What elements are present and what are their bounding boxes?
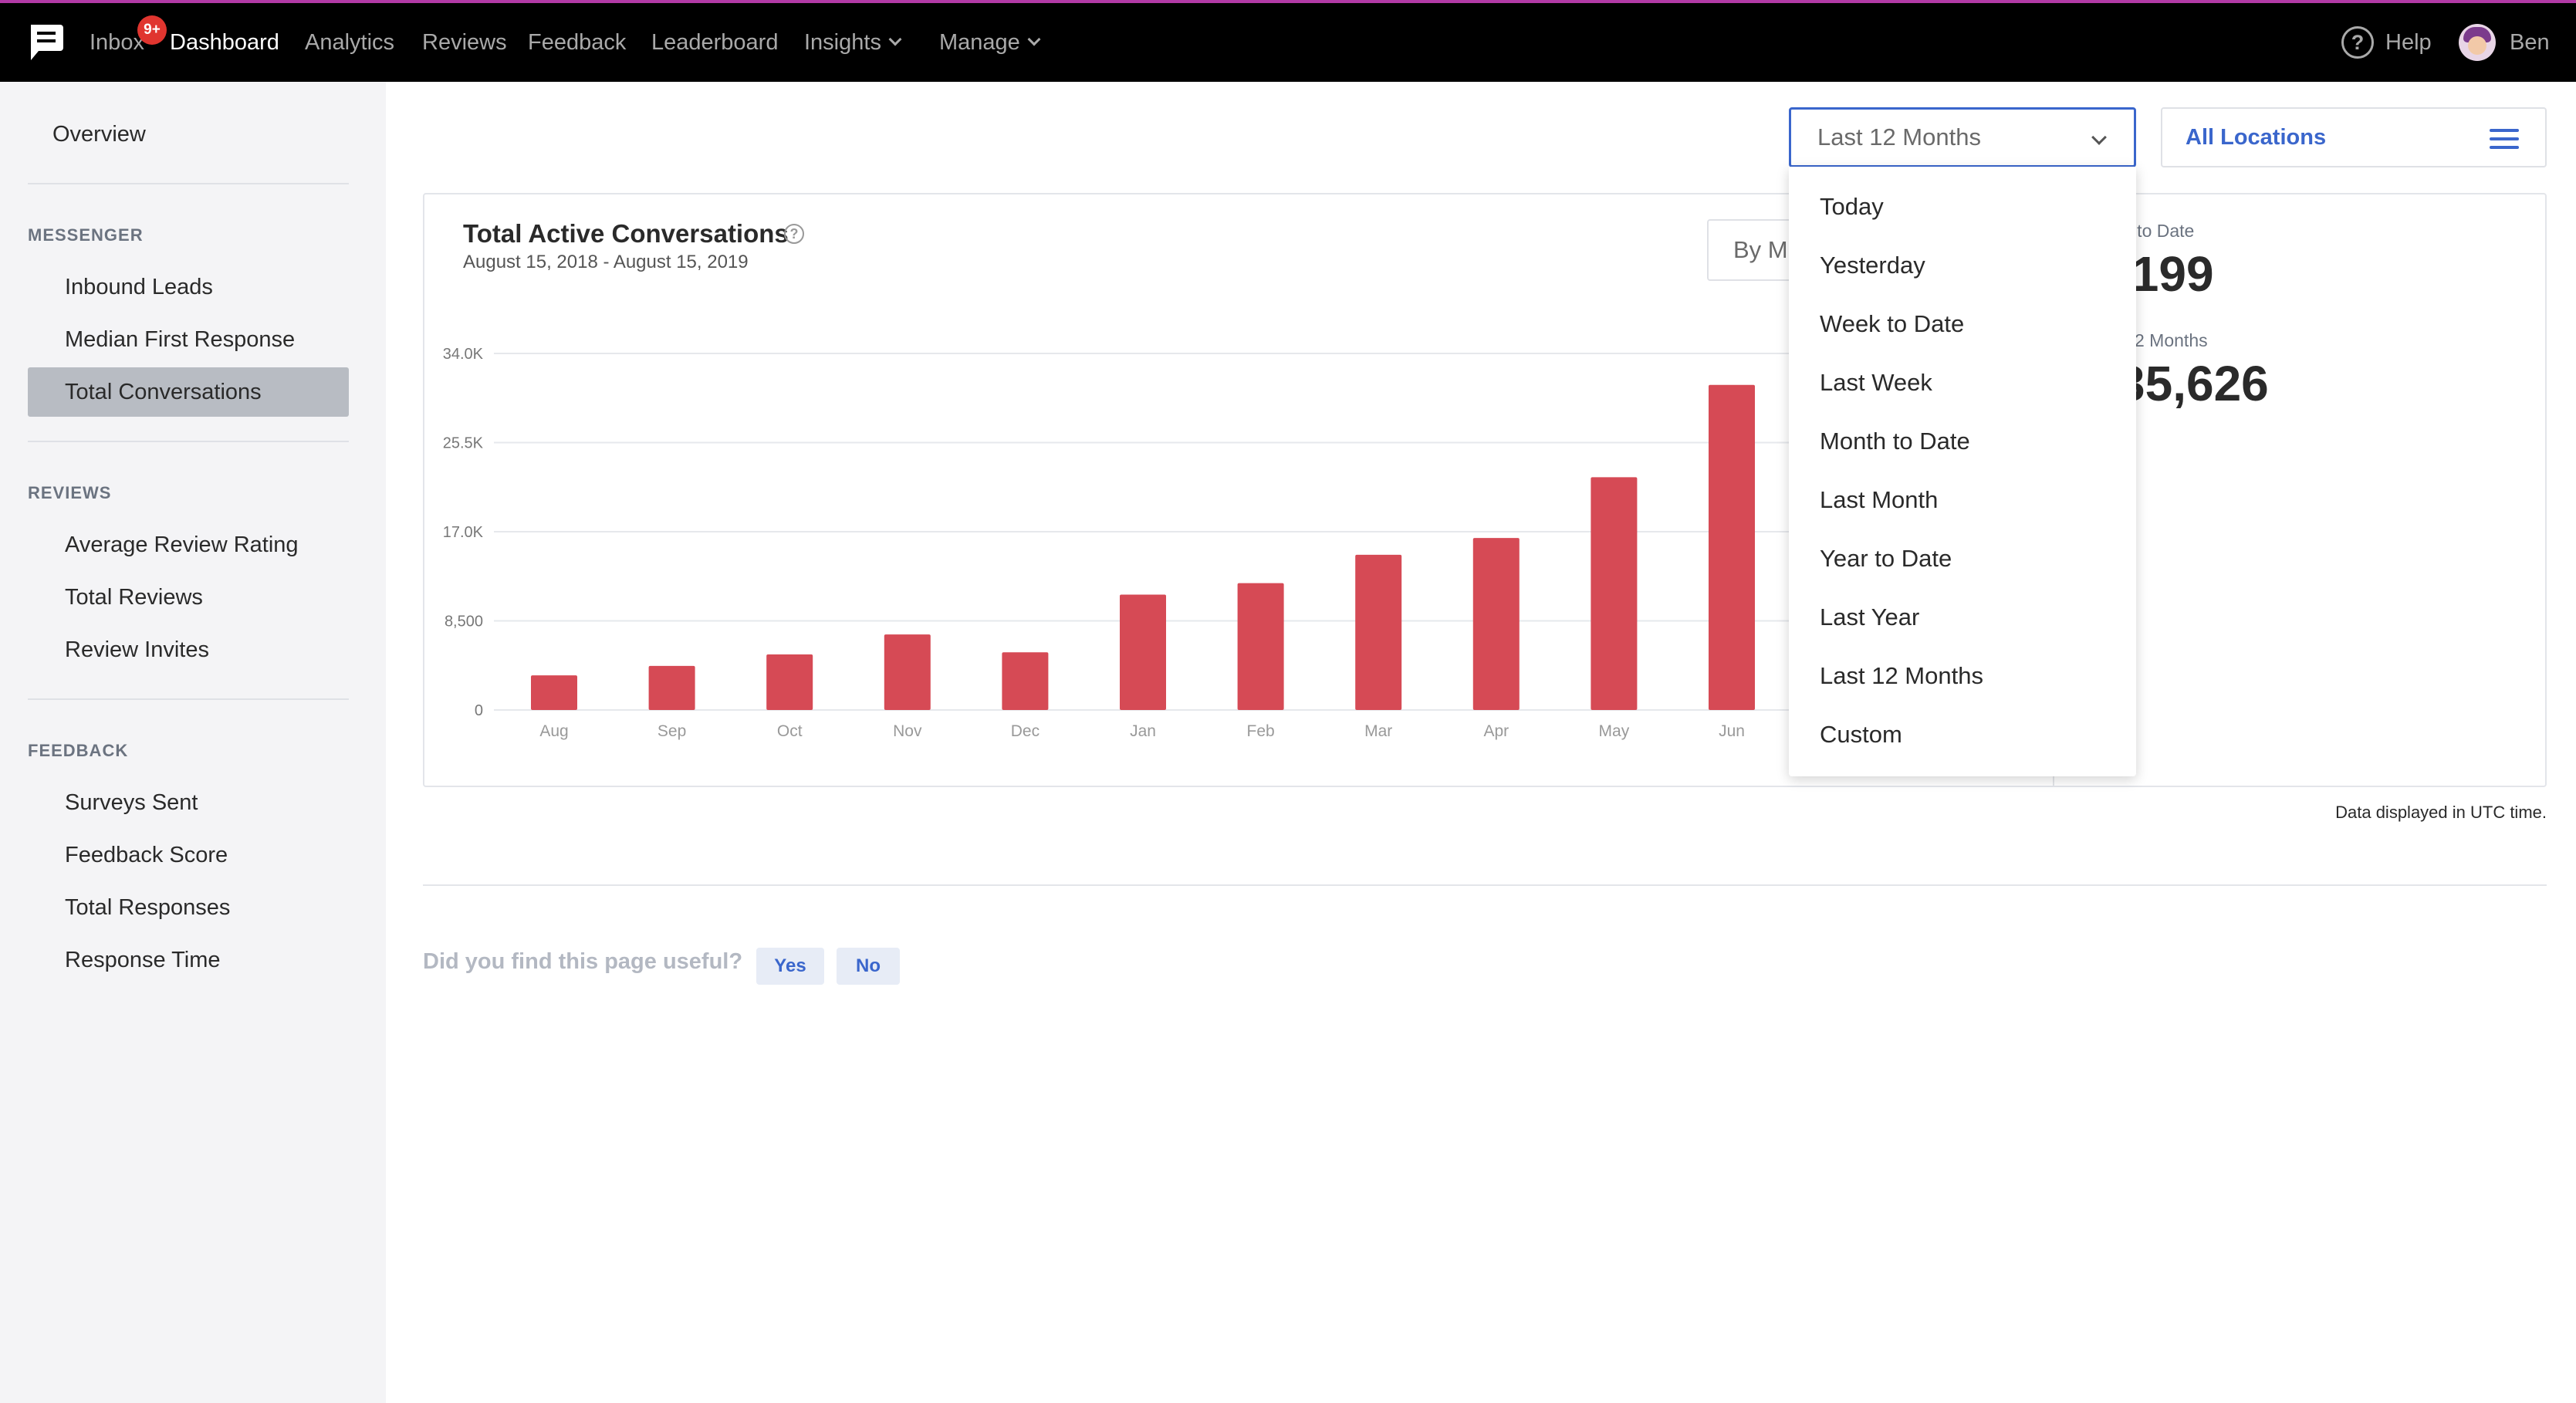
nav-reviews-label: Reviews	[422, 29, 507, 55]
nav-analytics-label: Analytics	[305, 29, 395, 55]
nav-dashboard[interactable]: Dashboard	[170, 3, 279, 82]
x-tick-label: Dec	[1011, 722, 1040, 740]
useful-question: Did you find this page useful?	[423, 949, 743, 974]
bar	[766, 654, 813, 710]
x-tick-label: Mar	[1364, 722, 1392, 740]
dropdown-option-today[interactable]: Today	[1820, 193, 1884, 221]
nav-user[interactable]: Ben	[2510, 3, 2550, 82]
bar	[1472, 538, 1520, 710]
dropdown-option-last-12-months[interactable]: Last 12 Months	[1820, 662, 1983, 690]
nav-feedback[interactable]: Feedback	[528, 3, 626, 82]
nav-dashboard-label: Dashboard	[170, 29, 279, 55]
bar	[1237, 583, 1284, 710]
x-tick-label: Jun	[1719, 722, 1745, 740]
bar	[1591, 477, 1638, 710]
nav-reviews[interactable]: Reviews	[422, 3, 507, 82]
nav-leaderboard[interactable]: Leaderboard	[651, 3, 778, 82]
date-range-value: Last 12 Months	[1817, 123, 1981, 150]
sidebar-item-average-review-rating[interactable]: Average Review Rating	[65, 532, 299, 558]
user-name: Ben	[2510, 29, 2550, 55]
sidebar-item-inbound-leads[interactable]: Inbound Leads	[65, 275, 213, 300]
sidebar-divider	[28, 441, 349, 442]
y-tick-label: 17.0K	[443, 524, 484, 541]
bar	[1709, 384, 1755, 710]
sidebar-section-messenger: MESSENGER	[28, 225, 144, 245]
utc-note: Data displayed in UTC time.	[2335, 803, 2547, 822]
date-range-dropdown: Today Yesterday Week to Date Last Week M…	[1789, 167, 2136, 776]
x-tick-label: Sep	[658, 722, 686, 740]
stat-value-last-12-months: 35,626	[2118, 356, 2269, 411]
y-tick-label: 8,500	[445, 614, 483, 631]
x-tick-label: Feb	[1247, 722, 1275, 740]
nav-help-label: Help	[2385, 29, 2432, 55]
dropdown-option-last-month[interactable]: Last Month	[1820, 486, 1938, 514]
chevron-down-icon	[888, 32, 902, 46]
dropdown-option-week-to-date[interactable]: Week to Date	[1820, 310, 1964, 338]
help-icon[interactable]: ?	[2341, 26, 2374, 59]
bar	[531, 675, 577, 710]
chevron-down-icon	[1027, 32, 1041, 46]
x-tick-label: Oct	[777, 722, 803, 740]
sidebar-item-total-responses[interactable]: Total Responses	[65, 895, 230, 921]
content-divider	[423, 884, 2547, 886]
sidebar-section-reviews: REVIEWS	[28, 483, 112, 502]
nav-analytics[interactable]: Analytics	[305, 3, 394, 82]
nav-insights[interactable]: Insights	[804, 3, 902, 82]
dropdown-option-year-to-date[interactable]: Year to Date	[1820, 545, 1952, 573]
x-tick-label: Jan	[1130, 722, 1156, 740]
sidebar: Overview MESSENGER Inbound Leads Median …	[0, 82, 386, 1403]
sidebar-item-median-first-response[interactable]: Median First Response	[65, 327, 295, 353]
dropdown-option-yesterday[interactable]: Yesterday	[1820, 252, 1925, 279]
yes-button[interactable]: Yes	[756, 948, 824, 985]
dropdown-option-month-to-date[interactable]: Month to Date	[1820, 428, 1970, 455]
nav-inbox[interactable]: Inbox	[90, 3, 144, 82]
dropdown-option-last-week[interactable]: Last Week	[1820, 369, 1932, 397]
dropdown-option-custom[interactable]: Custom	[1820, 721, 1902, 749]
conversations-card: Total Active Conversations ? August 15, …	[423, 193, 2547, 787]
bar	[1355, 554, 1402, 710]
bar	[884, 634, 931, 710]
sidebar-divider	[28, 698, 349, 700]
top-navbar: Inbox 9+ Dashboard Analytics Reviews Fee…	[0, 3, 2576, 82]
sidebar-item-total-conversations[interactable]: Total Conversations	[65, 380, 262, 405]
x-tick-label: Apr	[1483, 722, 1509, 740]
bar	[1120, 594, 1166, 710]
nav-manage[interactable]: Manage	[939, 3, 1041, 82]
locations-value: All Locations	[2186, 124, 2327, 150]
x-tick-label: Aug	[539, 722, 568, 740]
inbox-badge: 9+	[137, 15, 167, 45]
no-button[interactable]: No	[837, 948, 900, 985]
bar	[648, 665, 695, 710]
nav-inbox-label: Inbox	[90, 29, 144, 55]
nav-feedback-label: Feedback	[528, 29, 627, 55]
menu-icon	[2490, 129, 2519, 149]
y-tick-label: 34.0K	[443, 346, 484, 363]
sidebar-section-feedback: FEEDBACK	[28, 741, 129, 760]
dropdown-option-last-year[interactable]: Last Year	[1820, 603, 1919, 631]
nav-manage-label: Manage	[939, 29, 1020, 55]
y-tick-label: 25.5K	[443, 435, 484, 452]
x-tick-label: Nov	[893, 722, 922, 740]
bar	[1002, 652, 1049, 710]
sidebar-divider	[28, 183, 349, 184]
sidebar-item-feedback-score[interactable]: Feedback Score	[65, 843, 228, 868]
sidebar-item-review-invites[interactable]: Review Invites	[65, 637, 209, 663]
sidebar-item-surveys-sent[interactable]: Surveys Sent	[65, 790, 198, 816]
date-range-select[interactable]: Last 12 Months	[1789, 107, 2136, 167]
nav-help[interactable]: Help	[2385, 3, 2432, 82]
nav-insights-label: Insights	[804, 29, 881, 55]
avatar[interactable]	[2459, 24, 2496, 61]
locations-select[interactable]: All Locations	[2161, 107, 2547, 167]
nav-leaderboard-label: Leaderboard	[651, 29, 779, 55]
sidebar-item-total-reviews[interactable]: Total Reviews	[65, 585, 203, 610]
stat-label-last-12-months: 2 Months	[2135, 330, 2208, 350]
y-tick-label: 0	[475, 702, 483, 719]
chevron-down-icon	[2091, 130, 2107, 145]
sidebar-item-overview[interactable]: Overview	[52, 122, 146, 147]
sidebar-item-response-time[interactable]: Response Time	[65, 948, 221, 973]
app-logo-icon[interactable]	[26, 22, 65, 63]
x-tick-label: May	[1599, 722, 1630, 740]
